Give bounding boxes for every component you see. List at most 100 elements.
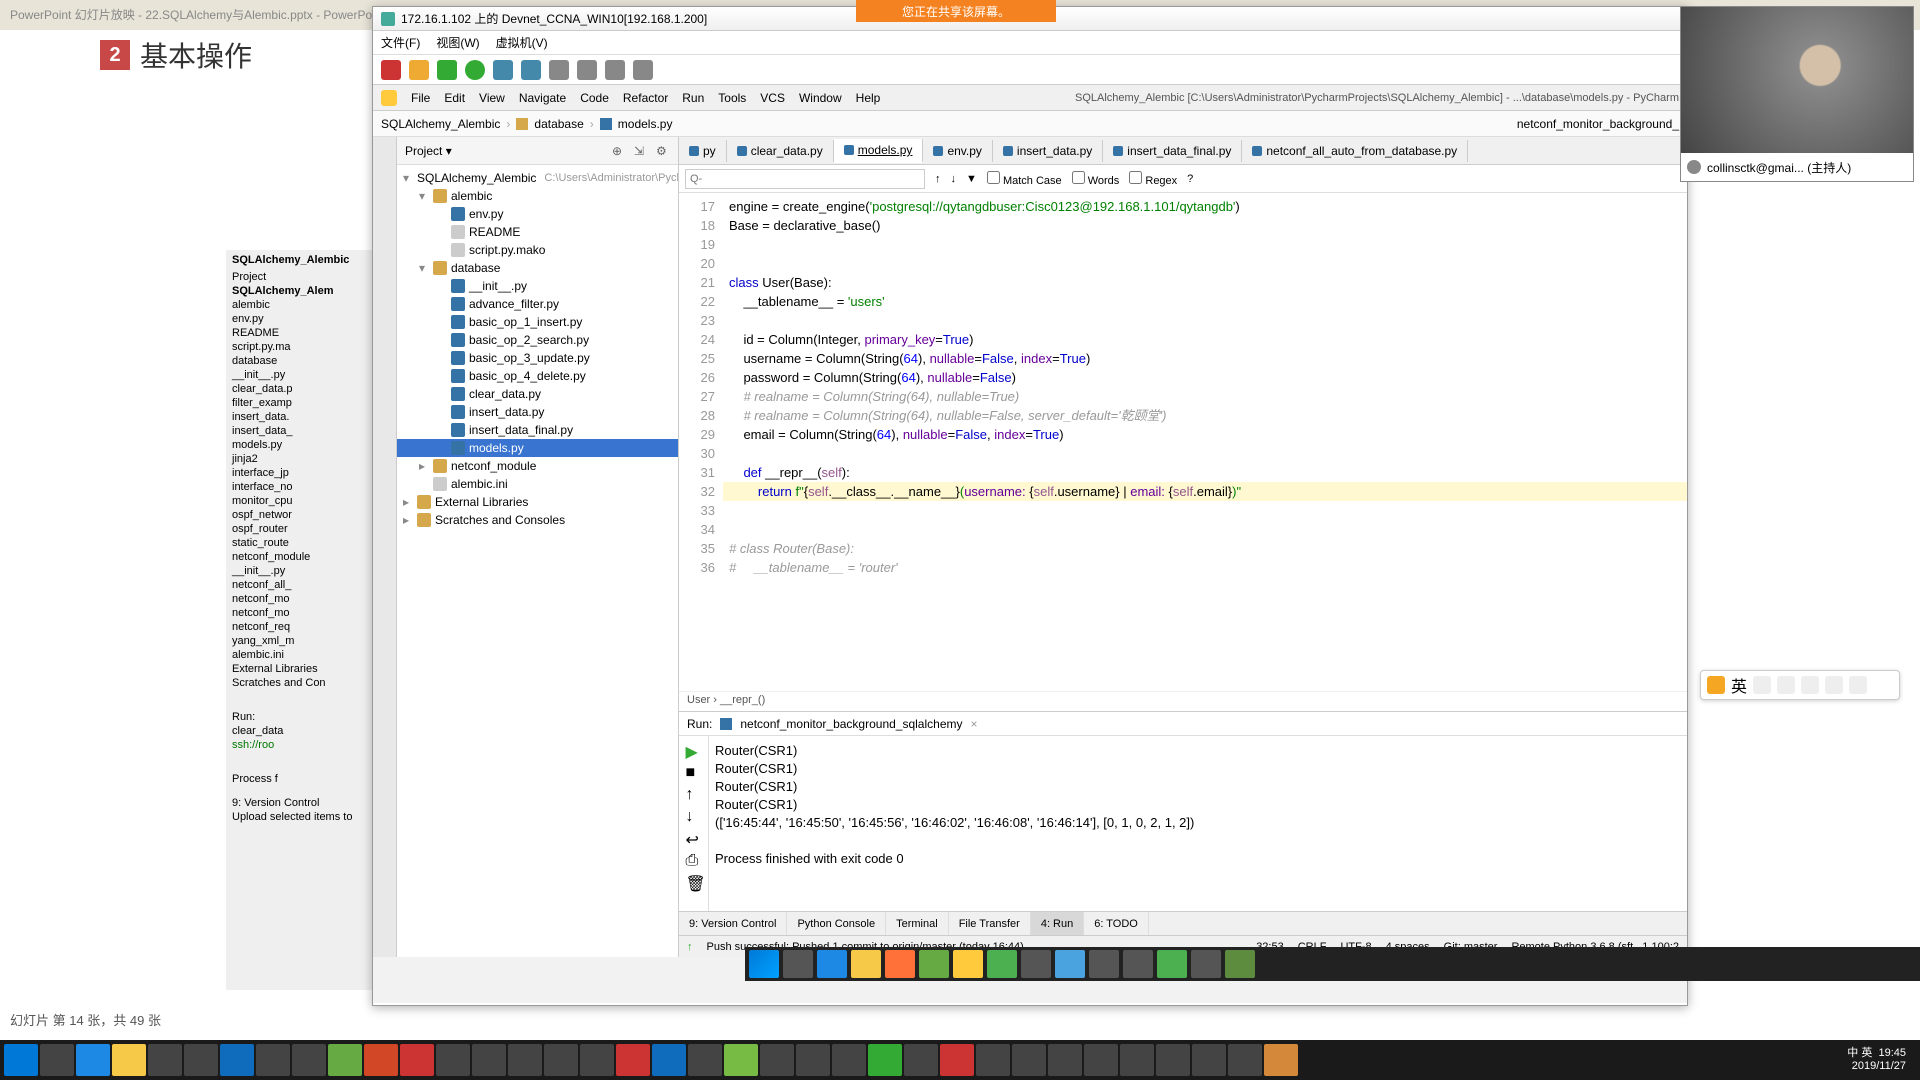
search-icon[interactable] [1089,950,1119,978]
editor-tab-insert_data.py[interactable]: insert_data.py [993,140,1103,162]
ime-voice-icon[interactable] [1777,676,1795,694]
editor-tab-clear_data.py[interactable]: clear_data.py [727,140,834,162]
mail-icon[interactable] [184,1044,218,1076]
run-config-name[interactable]: netconf_monitor_background_sqlalchemy [740,717,962,731]
app-icon[interactable] [328,1044,362,1076]
tree-item-README[interactable]: README [397,223,678,241]
app-icon[interactable] [1012,1044,1046,1076]
words-checkbox[interactable]: Words [1072,171,1120,187]
app-icon[interactable] [904,1044,938,1076]
menu-window[interactable]: Window [799,91,842,105]
vm-stop-icon[interactable] [381,60,401,80]
ime-lang[interactable]: 英 [1731,673,1747,697]
menu-edit[interactable]: Edit [444,91,465,105]
cortana-icon[interactable] [40,1044,74,1076]
app-icon[interactable] [1021,950,1051,978]
host-clock[interactable]: 中 英 19:45 2019/11/27 [1847,1047,1916,1073]
ime-tool-icon[interactable] [1825,676,1843,694]
menu-code[interactable]: Code [580,91,609,105]
editor-tab-netconf_all_auto_from_database.py[interactable]: netconf_all_auto_from_database.py [1242,140,1468,162]
tree-item-basic_op_4_delete.py[interactable]: basic_op_4_delete.py [397,367,678,385]
vm-tool-icon[interactable] [577,60,597,80]
start-icon[interactable] [749,950,779,978]
pycharm-active-icon[interactable] [1225,950,1255,978]
firefox-icon[interactable] [885,950,915,978]
menu-view[interactable]: View [479,91,505,105]
vm-play-icon[interactable] [437,60,457,80]
app-icon[interactable] [508,1044,542,1076]
app-icon[interactable] [919,950,949,978]
tree-item-SQLAlchemy_Alembic[interactable]: ▾SQLAlchemy_AlembicC:\Users\Administrato… [397,169,678,187]
tree-item-insert_data_final.py[interactable]: insert_data_final.py [397,421,678,439]
vm-manage-icon[interactable] [521,60,541,80]
tree-item-netconf_module[interactable]: ▸netconf_module [397,457,678,475]
vm-pause-icon[interactable] [409,60,429,80]
regex-checkbox[interactable]: Regex [1129,171,1177,187]
rerun-icon[interactable]: ▶ [686,742,702,758]
code-breadcrumb[interactable]: User › __repr_() [679,691,1687,711]
start-icon[interactable] [4,1044,38,1076]
app-icon[interactable] [1156,1044,1190,1076]
editor-tab-py[interactable]: py [679,140,727,162]
ime-keyboard-icon[interactable] [1801,676,1819,694]
pycharm-icon[interactable] [953,950,983,978]
menu-run[interactable]: Run [682,91,704,105]
app-icon[interactable] [760,1044,794,1076]
tree-item-database[interactable]: ▾database [397,259,678,277]
chrome-icon[interactable] [987,950,1017,978]
run-output[interactable]: Router(CSR1)Router(CSR1)Router(CSR1)Rout… [709,736,1687,911]
editor-tab-insert_data_final.py[interactable]: insert_data_final.py [1103,140,1242,162]
app-icon[interactable] [688,1044,722,1076]
app-icon[interactable] [544,1044,578,1076]
vm-tool-icon[interactable] [633,60,653,80]
match-case-checkbox[interactable]: Match Case [987,171,1062,187]
vm-tool-icon[interactable] [605,60,625,80]
ime-toolbar[interactable]: 英 [1700,670,1900,700]
filter-icon[interactable]: ▼ [966,173,977,185]
project-tree[interactable]: ▾SQLAlchemy_AlembicC:\Users\Administrato… [397,165,678,957]
app-icon[interactable] [1120,1044,1154,1076]
edge-icon[interactable] [817,950,847,978]
vm-menu-file[interactable]: 文件(F) [381,34,420,51]
prev-match-icon[interactable]: ↑ [935,173,941,185]
gear-icon[interactable]: ⚙ [656,144,670,158]
app-icon[interactable] [580,1044,614,1076]
breadcrumb-folder[interactable]: database [534,117,583,131]
menu-refactor[interactable]: Refactor [623,91,668,105]
database-icon[interactable] [1191,950,1221,978]
tree-item-clear_data.py[interactable]: clear_data.py [397,385,678,403]
down-icon[interactable]: ↓ [686,808,702,824]
close-icon[interactable]: × [971,717,978,731]
webcam-overlay[interactable]: collinsctk@gmai... (主持人) [1680,6,1914,182]
app-icon[interactable] [1157,950,1187,978]
tree-item-models.py[interactable]: models.py [397,439,678,457]
app-icon[interactable] [256,1044,290,1076]
project-panel-label[interactable]: Project ▾ [405,144,452,158]
bottom-tab[interactable]: File Transfer [949,912,1031,935]
tree-item-basic_op_2_search.py[interactable]: basic_op_2_search.py [397,331,678,349]
bottom-tab[interactable]: Terminal [886,912,949,935]
bottom-tab[interactable]: 9: Version Control [679,912,787,935]
tree-item-Scratches and Consoles[interactable]: ▸Scratches and Consoles [397,511,678,529]
tree-item-env.py[interactable]: env.py [397,205,678,223]
menu-vcs[interactable]: VCS [760,91,785,105]
app-icon[interactable] [400,1044,434,1076]
taskview-icon[interactable] [783,950,813,978]
app-icon[interactable] [1192,1044,1226,1076]
wechat-icon[interactable] [868,1044,902,1076]
app-icon[interactable] [616,1044,650,1076]
tree-item-advance_filter.py[interactable]: advance_filter.py [397,295,678,313]
app-icon[interactable] [472,1044,506,1076]
vm-tool-icon[interactable] [549,60,569,80]
explorer-icon[interactable] [112,1044,146,1076]
guest-taskbar[interactable]: 19:44 2019/11/27 [745,947,1920,981]
app-icon[interactable] [1264,1044,1298,1076]
tree-item-script.py.mako[interactable]: script.py.mako [397,241,678,259]
vm-menu-view[interactable]: 视图(W) [436,34,479,51]
host-taskbar[interactable]: 中 英 19:45 2019/11/27 [0,1040,1920,1080]
app-icon[interactable] [652,1044,686,1076]
tree-item-External Libraries[interactable]: ▸External Libraries [397,493,678,511]
store-icon[interactable] [148,1044,182,1076]
app-icon[interactable] [1228,1044,1262,1076]
tree-item-insert_data.py[interactable]: insert_data.py [397,403,678,421]
